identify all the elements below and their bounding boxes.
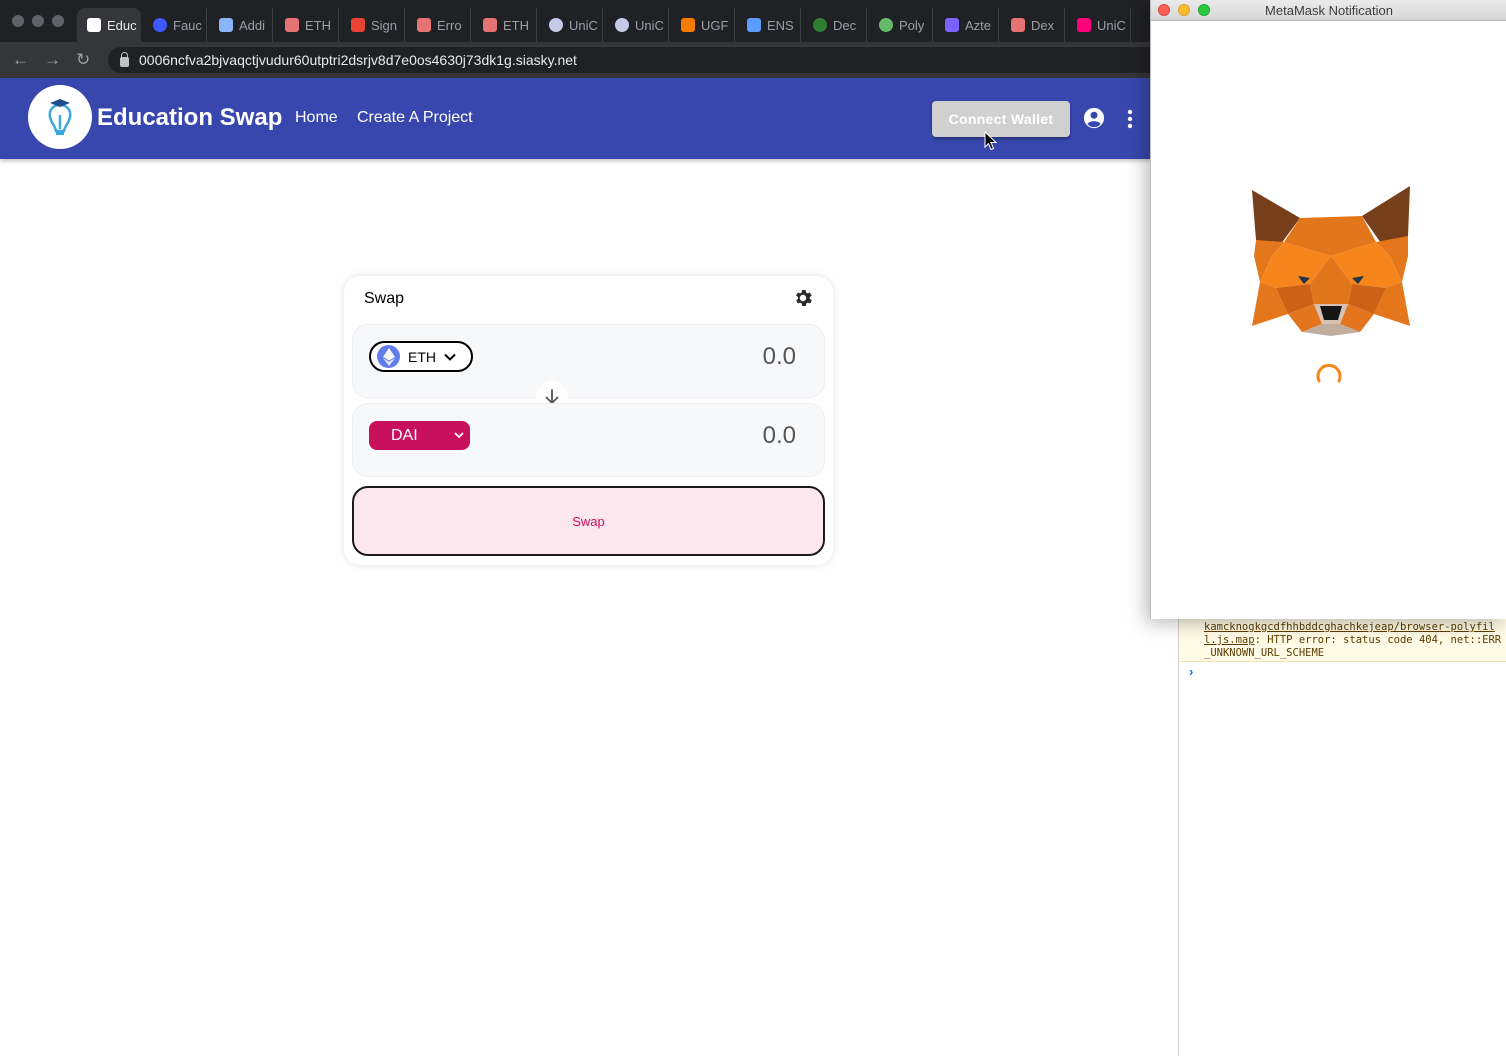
globe-favicon-icon: [879, 18, 893, 32]
code-favicon-icon: [747, 18, 761, 32]
browser-tab-label: Addi: [239, 17, 266, 33]
browser-tab-label: UniC: [635, 17, 664, 33]
chevron-down-icon: [444, 353, 456, 361]
diamond-favicon-icon: [945, 18, 959, 32]
browser-tab[interactable]: UGF: [671, 8, 735, 42]
browser-tab[interactable]: ETH: [275, 8, 339, 42]
nav-home-link[interactable]: Home: [295, 109, 338, 127]
browser-tab[interactable]: Poly: [869, 8, 933, 42]
settings-gear-icon[interactable]: [792, 287, 814, 309]
browser-tab[interactable]: UniC: [1067, 8, 1131, 42]
browser-tab[interactable]: Azte: [935, 8, 999, 42]
metamask-popup-window: MetaMask Notification: [1150, 0, 1506, 619]
swap-card: Swap ETH 0.0 DAI 0.0 Swap: [344, 276, 833, 565]
browser-tab-label: UniC: [569, 17, 598, 33]
browser-tab-label: Erro: [437, 17, 462, 33]
app-title[interactable]: Education Swap: [97, 104, 282, 132]
maximize-window-button[interactable]: [52, 15, 64, 27]
screen: Educ Fauc Addi ETH Sign Erro ETH UniC UniC UGF ENS…: [0, 0, 1506, 1056]
rainbow-favicon-icon: [417, 18, 431, 32]
console-warning-message: kamcknogkgcdfhhbddcghachkejeap/browser-p…: [1179, 618, 1506, 662]
url-field[interactable]: 0006ncfva2bjvaqctjvudur60utptri2dsrjv8d7…: [108, 47, 1168, 73]
circle-favicon-icon: [615, 18, 629, 32]
browser-tab-label: ENS: [767, 17, 794, 33]
green-ring-favicon-icon: [813, 18, 827, 32]
browser-tab-label: UniC: [1097, 17, 1126, 33]
browser-tab-label: Dex: [1031, 17, 1055, 33]
browser-tab[interactable]: UniC: [605, 8, 669, 42]
swap-button[interactable]: Swap: [352, 486, 825, 556]
rainbow-favicon-icon: [285, 18, 299, 32]
lightbulb-graduate-icon: [48, 99, 72, 135]
browser-tab-label: Educ: [107, 17, 137, 33]
more-vertical-icon[interactable]: [1124, 108, 1136, 130]
to-token-symbol: DAI: [391, 426, 418, 444]
metamask-window-title: MetaMask Notification: [1265, 3, 1393, 18]
lock-icon: [120, 51, 129, 67]
chevron-down-icon: [454, 432, 464, 439]
gmail-favicon-icon: [351, 18, 365, 32]
console-prompt[interactable]: ›: [1189, 664, 1193, 679]
browser-tab-label: Azte: [965, 17, 992, 33]
nav-create-project-link[interactable]: Create A Project: [357, 109, 473, 127]
from-token-panel: ETH 0.0: [352, 324, 825, 398]
to-token-panel: DAI 0.0: [352, 403, 825, 477]
connect-wallet-button[interactable]: Connect Wallet: [932, 101, 1070, 137]
unicorn-favicon-icon: [1077, 18, 1091, 32]
rainbow-favicon-icon: [1011, 18, 1025, 32]
browser-tab-label: Fauc: [173, 17, 202, 33]
browser-tab[interactable]: Sign: [341, 8, 405, 42]
browser-tab[interactable]: Educ: [77, 8, 141, 42]
to-amount-input[interactable]: 0.0: [763, 422, 796, 450]
metamask-fox-icon: [1252, 186, 1410, 336]
metamask-titlebar: MetaMask Notification: [1151, 0, 1506, 21]
faucet-favicon-icon: [153, 18, 167, 32]
browser-tab[interactable]: Dex: [1001, 8, 1065, 42]
url-text: 0006ncfva2bjvaqctjvudur60utptri2dsrjv8d7…: [139, 52, 577, 68]
cube-favicon-icon: [681, 18, 695, 32]
moon-favicon-icon: [219, 18, 233, 32]
browser-tab-label: Dec: [833, 17, 857, 33]
loading-spinner-icon: [1316, 363, 1342, 383]
browser-tab[interactable]: Dec: [803, 8, 867, 42]
browser-tab[interactable]: ETH: [473, 8, 537, 42]
account-circle-icon[interactable]: [1083, 107, 1105, 129]
reload-button[interactable]: ↻: [76, 50, 90, 70]
education-swap-favicon-icon: [87, 18, 101, 32]
from-token-select[interactable]: ETH: [369, 341, 473, 372]
rainbow-favicon-icon: [483, 18, 497, 32]
close-window-button[interactable]: [12, 15, 24, 27]
browser-tab-label: Sign: [371, 17, 398, 33]
back-button[interactable]: ←: [12, 50, 29, 70]
browser-tab[interactable]: UniC: [539, 8, 603, 42]
circle-favicon-icon: [549, 18, 563, 32]
from-token-symbol: ETH: [408, 348, 436, 365]
browser-tab[interactable]: Fauc: [143, 8, 207, 42]
browser-tab-label: UGF: [701, 17, 729, 33]
browser-tab-label: ETH: [503, 17, 529, 33]
ethereum-icon: [377, 345, 400, 368]
forward-button[interactable]: →: [44, 50, 61, 70]
app-logo[interactable]: [28, 85, 92, 149]
browser-tab-label: ETH: [305, 17, 331, 33]
minimize-window-button[interactable]: [32, 15, 44, 27]
browser-tab-label: Poly: [899, 17, 925, 33]
browser-tab[interactable]: Erro: [407, 8, 471, 42]
from-amount-input[interactable]: 0.0: [763, 343, 796, 371]
browser-tab[interactable]: ENS: [737, 8, 801, 42]
browser-tab[interactable]: Addi: [209, 8, 273, 42]
to-token-select[interactable]: DAI: [369, 421, 470, 450]
swap-title: Swap: [364, 290, 405, 307]
app-header: Education Swap Home Create A Project Con…: [0, 78, 1150, 159]
mouse-cursor-icon: [984, 131, 998, 151]
